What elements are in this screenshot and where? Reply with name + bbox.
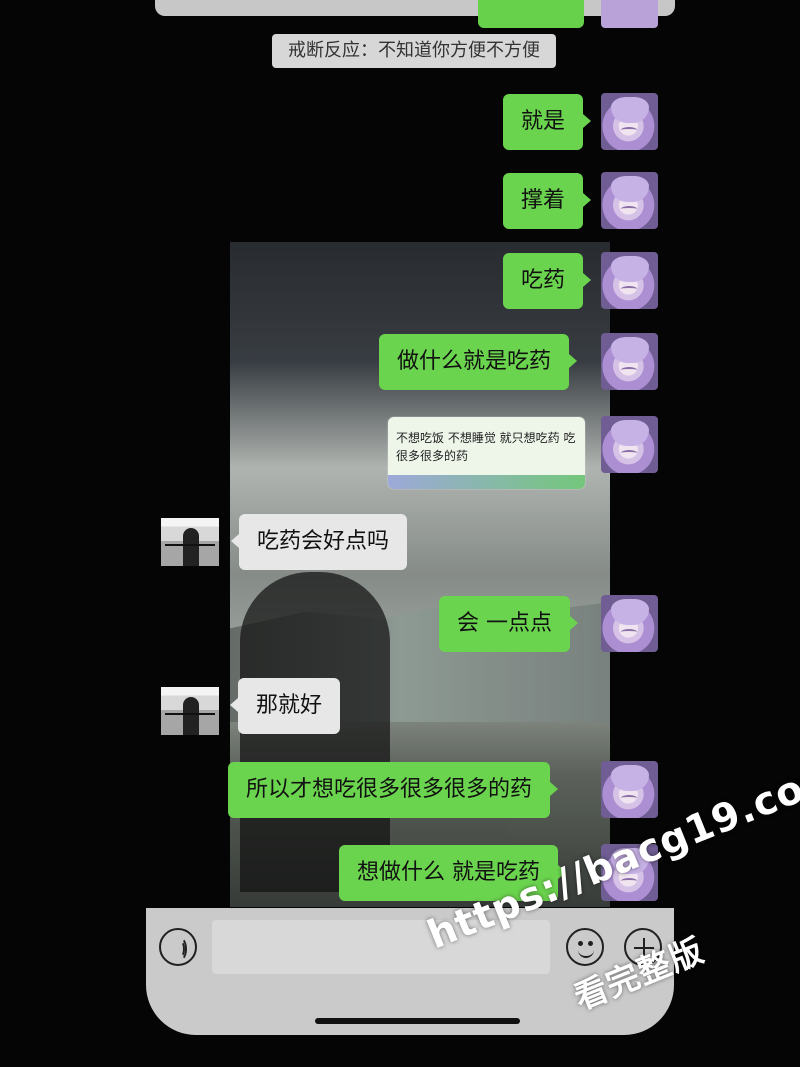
message-bubble[interactable]: 做什么就是吃药 — [379, 334, 578, 390]
message-bubble[interactable]: 所以才想吃很多很多很多的药 — [228, 762, 559, 818]
emoji-smile — [578, 948, 594, 958]
message-bubble[interactable]: 吃药 — [503, 253, 592, 309]
message-card-text: 不想吃饭 不想睡觉 就只想吃药 吃很多很多的药 — [396, 431, 576, 463]
voice-arc-large — [173, 937, 187, 961]
message-bubble[interactable]: 撑着 — [503, 173, 592, 229]
system-notice: 戒断反应：不知道你方便不方便 — [272, 34, 556, 68]
top-header-strip — [155, 0, 675, 16]
peer-avatar[interactable] — [161, 687, 219, 735]
user-avatar[interactable] — [601, 595, 658, 652]
user-avatar[interactable] — [601, 252, 658, 309]
user-avatar[interactable] — [601, 333, 658, 390]
peer-avatar[interactable] — [161, 518, 219, 566]
partial-top-message-bubble — [478, 0, 584, 28]
home-indicator — [315, 1018, 520, 1024]
message-bubble[interactable]: 吃药会好点吗 — [230, 514, 408, 570]
message-bubble[interactable]: 会 一点点 — [439, 596, 578, 652]
message-card[interactable]: 不想吃饭 不想睡觉 就只想吃药 吃很多很多的药 — [388, 417, 585, 489]
partial-top-avatar — [601, 0, 658, 28]
emoji-icon[interactable] — [566, 928, 604, 966]
user-avatar[interactable] — [601, 93, 658, 150]
voice-icon[interactable] — [159, 928, 197, 966]
message-bubble[interactable]: 就是 — [503, 94, 592, 150]
user-avatar[interactable] — [601, 416, 658, 473]
user-avatar[interactable] — [601, 172, 658, 229]
message-bubble[interactable]: 那就好 — [229, 678, 341, 734]
user-avatar[interactable] — [601, 761, 658, 818]
